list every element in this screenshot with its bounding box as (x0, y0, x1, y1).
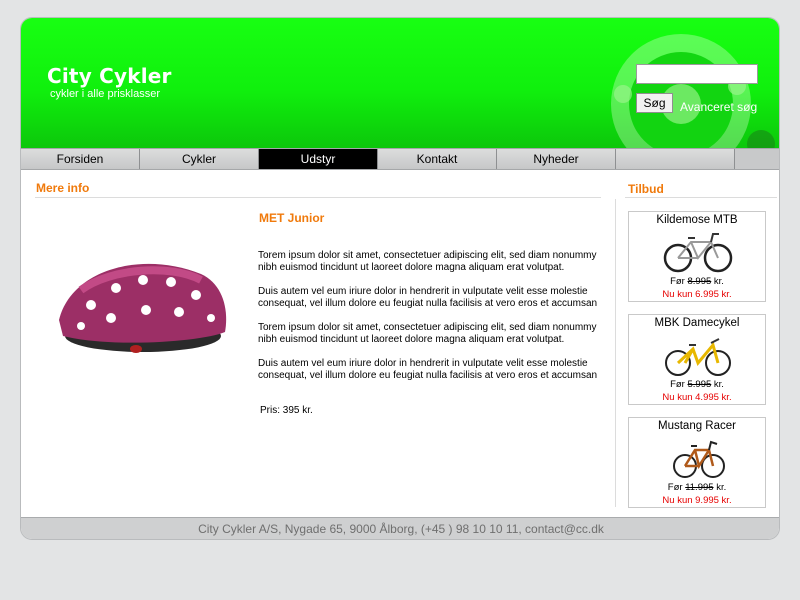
nav-item-forsiden[interactable]: Forsiden (21, 149, 140, 169)
main-nav: Forsiden Cykler Udstyr Kontakt Nyheder (21, 148, 779, 170)
chainring-gear-graphic (611, 34, 775, 148)
offer-now-price: Nu kun 6.995 kr. (662, 289, 732, 300)
product-paragraph: Torem ipsum dolor sit amet, consectetuer… (258, 250, 597, 273)
product-price: Pris: 395 kr. (260, 405, 313, 416)
advanced-search-link[interactable]: Avanceret søg (680, 100, 757, 114)
nav-item-kontakt[interactable]: Kontakt (378, 149, 497, 169)
site-title: City Cykler (47, 64, 172, 88)
nav-item-empty (616, 149, 735, 169)
bike-helmet-image (59, 263, 227, 353)
product-paragraph: Duis autem vel eum iriure dolor in hendr… (258, 358, 598, 381)
site-header: City Cykler cykler i alle prisklasser Sø… (21, 18, 779, 148)
search-input[interactable] (636, 64, 758, 84)
city-bike-image (665, 338, 731, 376)
product-paragraph: Torem ipsum dolor sit amet, consectetuer… (258, 322, 597, 345)
more-info-divider (35, 197, 601, 198)
nav-item-nyheder[interactable]: Nyheder (497, 149, 616, 169)
offer-card[interactable]: Kildemose MTB Før 8.995 kr. Nu kun 6.995… (628, 211, 766, 302)
column-separator (615, 199, 616, 507)
nav-item-cykler[interactable]: Cykler (140, 149, 259, 169)
search-button[interactable]: Søg (636, 93, 673, 113)
product-paragraph: Duis autem vel eum iriure dolor in hendr… (258, 286, 598, 309)
offer-before-price: Før 8.995 kr. (670, 276, 724, 287)
offer-now-price: Nu kun 4.995 kr. (662, 392, 732, 403)
offers-divider (625, 197, 777, 198)
more-info-heading: Mere info (36, 181, 90, 195)
nav-item-udstyr[interactable]: Udstyr (259, 149, 378, 169)
offer-card[interactable]: MBK Damecykel Før 5.995 kr. Nu kun 4.995… (628, 314, 766, 405)
product-title: MET Junior (259, 211, 325, 225)
site-tagline: cykler i alle prisklasser (50, 88, 161, 100)
offer-name: MBK Damecykel (654, 317, 740, 329)
site-footer: City Cykler A/S, Nygade 65, 9000 Ålborg,… (21, 517, 779, 539)
page-frame: City Cykler cykler i alle prisklasser Sø… (20, 17, 780, 540)
offer-name: Kildemose MTB (656, 214, 738, 226)
offers-heading: Tilbud (628, 182, 664, 196)
offer-before-price: Før 11.995 kr. (667, 482, 727, 493)
mountain-bike-image (663, 233, 733, 273)
offer-before-price: Før 5.995 kr. (670, 379, 724, 390)
offer-card[interactable]: Mustang Racer Før 11.995 kr. Nu kun 9.99… (628, 417, 766, 508)
racer-bike-image (673, 440, 725, 478)
offer-now-price: Nu kun 9.995 kr. (662, 495, 732, 506)
offer-name: Mustang Racer (658, 420, 736, 432)
